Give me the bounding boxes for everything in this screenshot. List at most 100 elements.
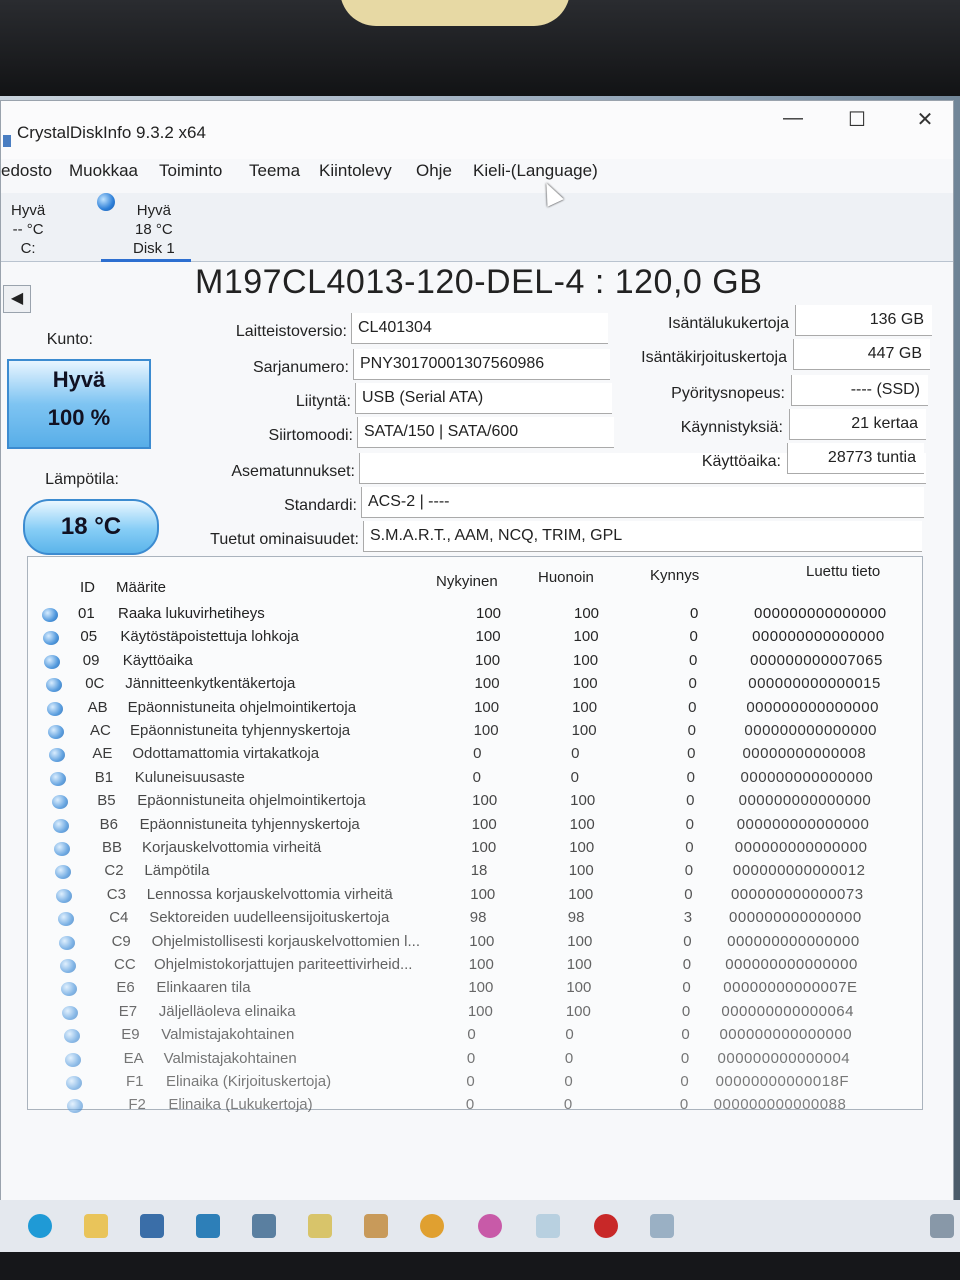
paint-icon[interactable] [364,1214,388,1238]
table-row[interactable]: E9 Valmistajakohtainen 0 0 0 000000000000000 [28,1026,922,1048]
menu-language[interactable]: Kieli-(Language) [473,161,598,181]
attribute-id: C9 [111,932,131,950]
menu-theme[interactable]: Teema [249,161,300,181]
disk-tab-1[interactable]: Hyvä 18 °C Disk 1 [133,201,175,258]
interface-value: USB (Serial ATA) [355,383,612,414]
disk-status: Hyvä [11,202,46,219]
table-row[interactable]: 05 Käytöstäpoistettuja lohkoja 100 100 0 0000… [28,628,922,650]
table-row[interactable]: AE Odottamattomia virtakatkoja 0 0 0 00000000… [28,745,922,767]
network-icon[interactable] [252,1214,276,1238]
worst-value: 100 [571,722,597,739]
attribute-id: B1 [94,768,114,786]
health-dot-icon [67,1099,84,1114]
worst-value: 100 [572,675,598,693]
store-icon[interactable] [140,1214,164,1238]
raw-value: 000000000000000 [719,1026,853,1044]
tray-icon[interactable] [930,1214,954,1238]
table-row[interactable]: C2 Lämpötila 18 100 0 000000000000012 [28,862,922,884]
red-app-icon[interactable] [594,1214,618,1238]
column-header-id[interactable]: ID [80,579,95,596]
menu-edit[interactable]: Muokkaa [69,161,138,181]
current-value: 100 [474,675,500,693]
health-dot-icon [46,701,63,716]
worst-value: 0 [570,768,579,786]
health-status-button[interactable]: Hyvä 100 % [7,359,151,449]
menu-help[interactable]: Ohje [416,161,452,181]
pen-icon[interactable] [650,1214,674,1238]
attribute-id: F2 [128,1096,146,1114]
attribute-id: B6 [99,815,118,833]
host-reads-label: Isäntälukukertoja [668,315,789,332]
current-value: 0 [465,1096,475,1114]
table-row[interactable]: AC Epäonnistuneita tyhjennyskertoja 100 100… [28,722,922,744]
attribute-id: C3 [106,885,126,903]
monitor-bezel-bottom [0,1252,960,1280]
table-row[interactable]: C3 Lennossa korjauskelvottomia virheitä 10… [28,886,922,908]
table-row[interactable]: BB Korjauskelvottomia virheitä 100 100 0 0000… [28,839,922,861]
attribute-name: Epäonnistuneita ohjelmointikertoja [137,792,366,810]
disk-temp: -- °C [12,221,44,238]
temperature-button[interactable]: 18 °C [23,499,159,555]
threshold-value: 0 [686,768,695,786]
table-row[interactable]: F1 Elinaika (Kirjoituskertoja) 0 0 0 00000000… [28,1073,922,1095]
column-header-threshold[interactable]: Kynnys [650,567,699,584]
worst-value: 100 [568,862,594,880]
minimize-button[interactable]: — [773,107,813,130]
raw-value: 000000000000000 [746,698,879,716]
attribute-id: E6 [116,979,135,997]
temperature-label: Lämpötila: [45,471,119,488]
disk-temp: 18 °C [135,221,173,238]
current-value: 100 [475,628,501,646]
menu-function[interactable]: Toiminto [159,161,222,181]
worst-value: 100 [570,792,596,810]
table-row[interactable]: C9 Ohjelmistollisesti korjauskelvottomien… [28,933,922,955]
file-explorer-icon[interactable] [84,1214,108,1238]
table-row[interactable]: CC Ohjelmistokorjattujen pariteettivirhei… [28,956,922,978]
column-header-attribute[interactable]: Määrite [116,579,166,596]
table-row[interactable]: F2 Elinaika (Lukukertoja) 0 0 0 0000000000000… [28,1096,922,1118]
column-header-current[interactable]: Nykyinen [436,573,498,590]
flower-app-icon[interactable] [478,1214,502,1238]
attribute-name: Lämpötila [144,862,210,880]
rotation-rate-value: ---- (SSD) [791,375,928,406]
serial-label: Sarjanumero: [252,359,349,376]
crystaldiskinfo-icon[interactable] [536,1214,560,1238]
mail-icon[interactable] [196,1214,220,1238]
table-row[interactable]: E7 Jäljelläoleva elinaika 100 100 0 000000000… [28,1003,922,1025]
table-row[interactable]: E6 Elinkaaren tila 100 100 0 00000000000007E [28,979,922,1001]
attribute-name: Odottamattomia virtakatkoja [132,745,320,763]
attribute-id: AB [87,698,108,716]
photos-icon[interactable] [308,1214,332,1238]
table-row[interactable]: 09 Käyttöaika 100 100 0 000000000007065 [28,652,922,674]
table-row[interactable]: EA Valmistajakohtainen 0 0 0 000000000000004 [28,1050,922,1072]
disk-status: Hyvä [136,202,171,219]
column-header-raw-value[interactable]: Luettu tieto [806,563,880,580]
health-dot-icon [64,1052,81,1067]
app-icon [3,135,11,147]
column-header-worst[interactable]: Huonoin [538,569,594,586]
table-row[interactable]: B5 Epäonnistuneita ohjelmointikertoja 100 1… [28,792,922,814]
threshold-value: 0 [687,745,696,763]
health-dot-icon [54,842,70,856]
attribute-name: Sektoreiden uudelleensijoituskertoja [149,909,390,927]
table-row[interactable]: 01 Raaka lukuvirhetiheys 100 100 0 0000000000… [28,605,922,627]
menu-disk[interactable]: Kiintolevy [319,161,392,181]
start-icon[interactable] [28,1214,52,1238]
table-row[interactable]: AB Epäonnistuneita ohjelmointikertoja 100 1… [28,699,922,721]
table-row[interactable]: B6 Epäonnistuneita tyhjennyskertoja 100 100… [28,816,922,838]
maximize-button[interactable]: ☐ [837,107,877,132]
attribute-name: Elinaika (Kirjoituskertoja) [166,1073,332,1090]
worst-value: 0 [563,1096,573,1114]
disk-tab-c[interactable]: Hyvä -- °C C: [11,201,45,258]
table-row[interactable]: C4 Sektoreiden uudelleensijoituskertoja 98… [28,909,922,931]
menu-file[interactable]: edosto [1,161,52,181]
table-row[interactable]: 0C Jännitteenkytkentäkertoja 100 100 0 000000… [28,675,922,697]
chrome-icon[interactable] [420,1214,444,1238]
previous-disk-button[interactable]: ◀ [3,285,31,313]
close-button[interactable]: ✕ [905,107,945,132]
worst-value: 100 [569,815,595,833]
table-row[interactable]: B1 Kuluneisuusaste 0 0 0 000000000000000 [28,769,922,791]
current-value: 100 [468,979,494,997]
raw-value: 000000000000000 [740,768,874,786]
attribute-id: AC [90,722,111,739]
